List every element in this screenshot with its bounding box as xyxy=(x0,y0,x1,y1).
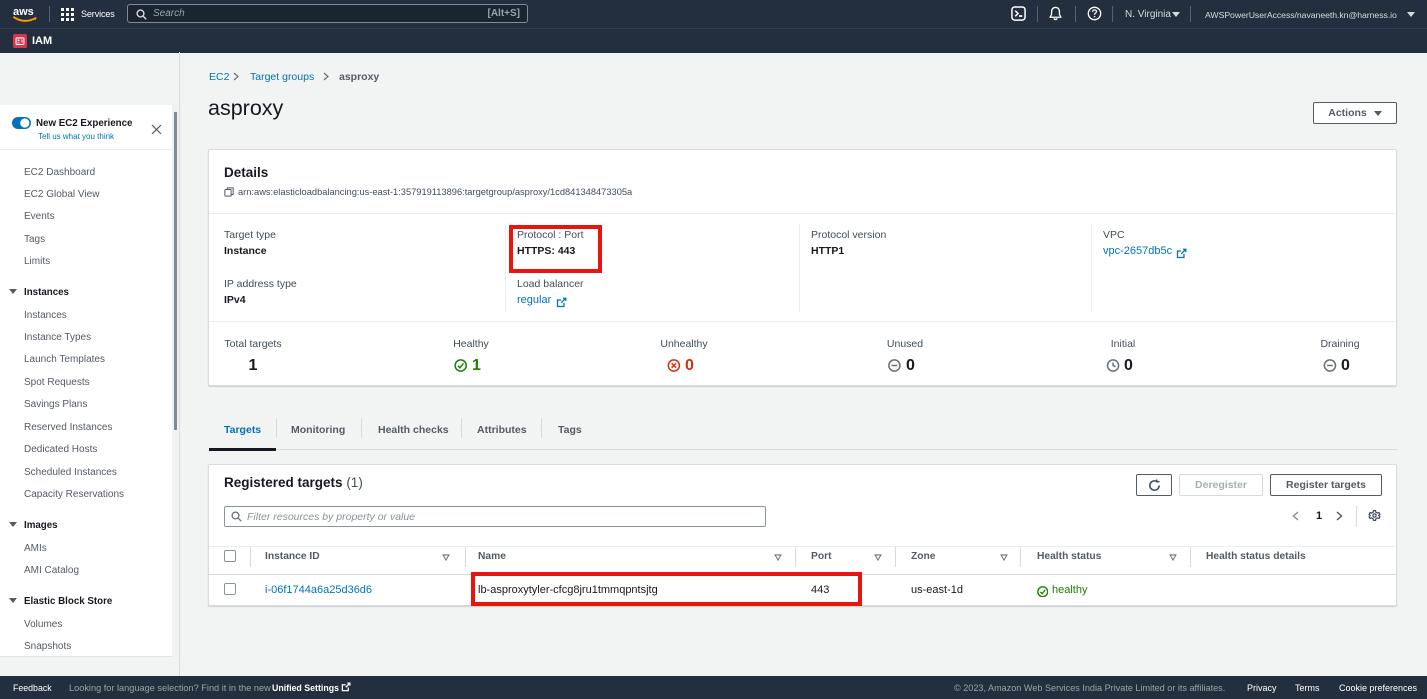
svg-text:aws: aws xyxy=(13,6,34,18)
